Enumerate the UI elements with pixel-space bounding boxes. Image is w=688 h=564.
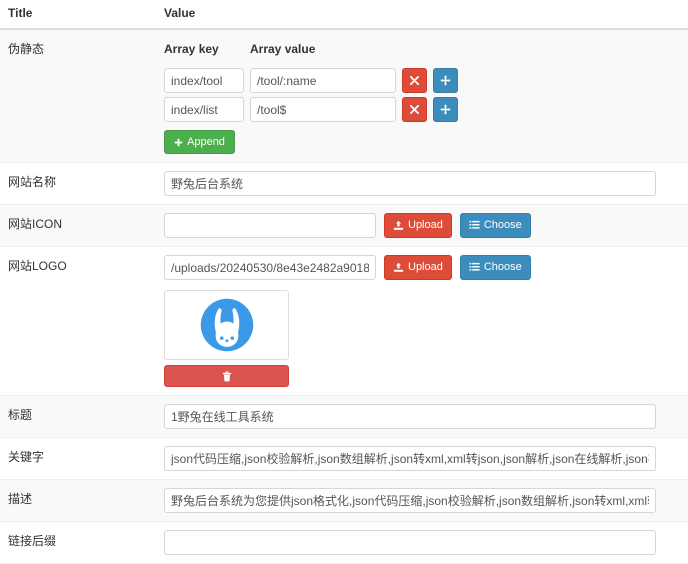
upload-icon [393, 220, 404, 231]
link-suffix-input[interactable] [164, 530, 656, 555]
table-row-site-icon: 网站ICON Upload Choose [0, 204, 688, 247]
site-logo-upload-row: Upload Choose [164, 255, 688, 280]
row-value-cell-rewrite: Array key Array value index/tool /tool/:… [156, 29, 688, 163]
seo-keywords-input[interactable] [164, 446, 656, 471]
array-item-row [164, 97, 464, 122]
row-label-cell-link-suffix: 链接后缀 [0, 521, 156, 564]
row-label-cell-description: 描述 [0, 479, 156, 522]
site-icon-choose-button[interactable]: Choose [459, 213, 531, 238]
table-row-rewrite: 伪静态 Array key Array value index/tool /to… [0, 29, 688, 163]
site-icon-upload-row: Upload Choose [164, 213, 688, 238]
array-item-row [164, 68, 464, 93]
table-row-site-logo: 网站LOGO Upload Choose [0, 246, 688, 396]
column-header-value: Value [156, 0, 688, 30]
site-icon-choose-label: Choose [483, 219, 522, 231]
row-value-cell-link-suffix [156, 521, 688, 564]
label-site-icon: 网站ICON [8, 217, 63, 231]
row-label-cell-site-name: 网站名称 [0, 162, 156, 205]
label-link-suffix: 链接后缀 [8, 534, 57, 548]
label-description: 描述 [8, 492, 33, 506]
row-label-cell-site-icon: 网站ICON [0, 204, 156, 247]
row-value-cell-keywords [156, 437, 688, 480]
row-label-cell-title: 标题 [0, 395, 156, 438]
table-row-keywords: 关键字 [0, 437, 688, 480]
site-name-input[interactable] [164, 171, 656, 196]
remove-array-item-button-0[interactable] [402, 68, 427, 93]
array-value-input-0[interactable] [250, 68, 396, 93]
array-header-row: Array key Array value [164, 42, 464, 64]
array-key-header: Array key [164, 42, 219, 56]
table-row-description: 描述 [0, 479, 688, 522]
append-array-item-button[interactable]: Append [164, 130, 235, 154]
row-label-cell-site-logo: 网站LOGO [0, 246, 156, 396]
arrows-move-icon [440, 104, 451, 115]
table-row-title: 标题 [0, 395, 688, 438]
seo-description-input[interactable] [164, 488, 656, 513]
row-label-cell-keywords: 关键字 [0, 437, 156, 480]
site-logo-preview[interactable] [164, 290, 289, 360]
site-logo-upload-button[interactable]: Upload [384, 255, 452, 280]
label-title: 标题 [8, 408, 33, 422]
row-value-cell-title [156, 395, 688, 438]
site-logo-delete-button[interactable] [164, 365, 289, 387]
array-value-header: Array value [250, 42, 316, 56]
table-row-site-name: 网站名称 [0, 162, 688, 205]
upload-icon [393, 262, 404, 273]
row-value-cell-site-name [156, 162, 688, 205]
row-value-cell-description [156, 479, 688, 522]
site-icon-input[interactable] [164, 213, 376, 238]
list-icon [469, 220, 480, 231]
times-icon [410, 105, 419, 114]
site-logo-upload-label: Upload [408, 261, 443, 273]
table-row-link-suffix: 链接后缀 [0, 521, 688, 564]
row-value-cell-site-logo: Upload Choose [156, 246, 688, 396]
settings-form-table: Title Value 伪静态 Array key Array value in… [0, 0, 688, 564]
label-site-logo: 网站LOGO [8, 259, 67, 273]
array-key-input-0[interactable] [164, 68, 244, 93]
site-icon-upload-label: Upload [408, 219, 443, 231]
trash-icon [222, 371, 232, 382]
site-icon-upload-button[interactable]: Upload [384, 213, 452, 238]
array-value-input-1[interactable] [250, 97, 396, 122]
label-keywords: 关键字 [8, 450, 45, 464]
site-logo-choose-button[interactable]: Choose [459, 255, 531, 280]
seo-title-input[interactable] [164, 404, 656, 429]
plus-icon [174, 138, 183, 147]
move-array-item-button-1[interactable] [433, 97, 458, 122]
append-button-wrap: Append [164, 130, 688, 154]
times-icon [410, 76, 419, 85]
row-label-cell-rewrite: 伪静态 [0, 29, 156, 163]
append-button-label: Append [187, 135, 225, 148]
label-site-name: 网站名称 [8, 175, 57, 189]
site-logo-choose-label: Choose [483, 261, 522, 273]
array-editor: Array key Array value [164, 38, 464, 126]
table-header-row: Title Value [0, 0, 688, 30]
remove-array-item-button-1[interactable] [402, 97, 427, 122]
site-logo-preview-wrap [164, 290, 688, 387]
arrows-move-icon [440, 75, 451, 86]
column-header-title: Title [0, 0, 156, 30]
rabbit-logo-icon [200, 298, 253, 352]
label-rewrite: 伪静态 [8, 42, 45, 56]
site-logo-input[interactable] [164, 255, 376, 280]
move-array-item-button-0[interactable] [433, 68, 458, 93]
array-key-input-1[interactable] [164, 97, 244, 122]
list-icon [469, 262, 480, 273]
row-value-cell-site-icon: Upload Choose [156, 204, 688, 247]
